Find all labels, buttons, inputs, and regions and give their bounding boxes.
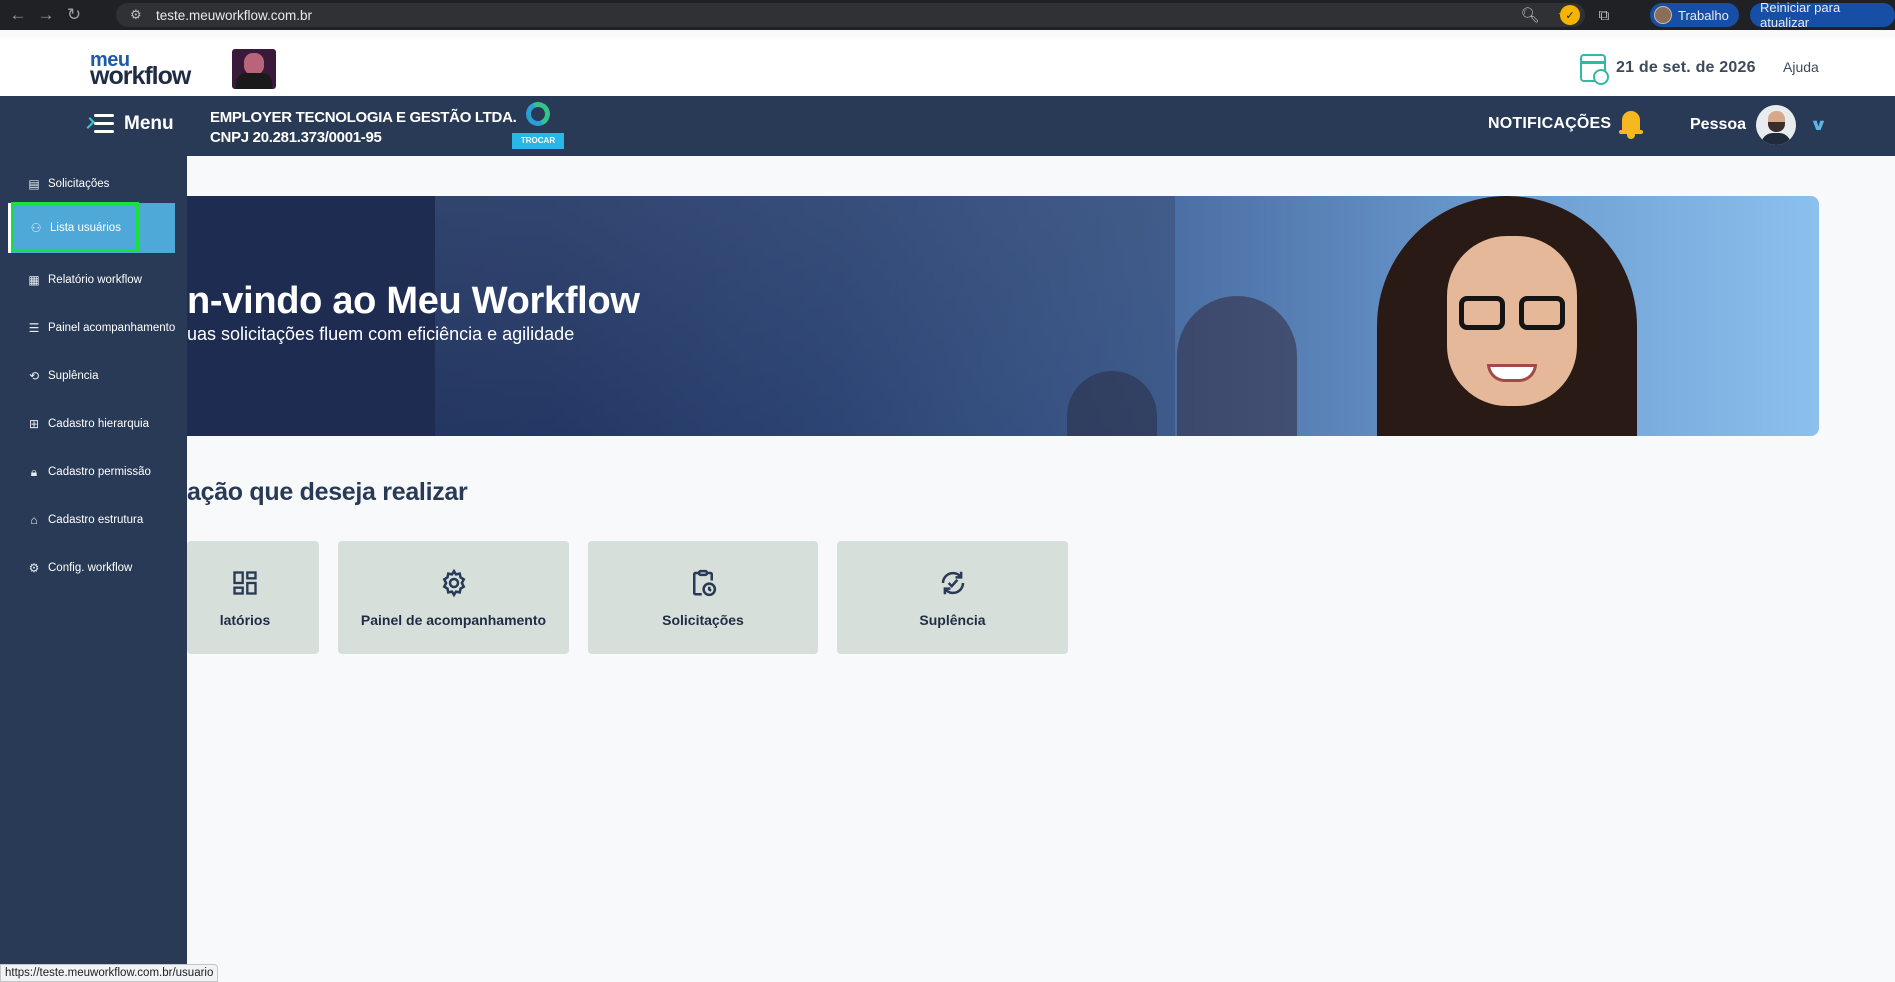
sidebar-item-label: Cadastro permissão xyxy=(48,466,151,478)
clipboard-icon: ▤ xyxy=(28,177,40,191)
sidebar-item-cadastro-permissao[interactable]: 🔒︎ Cadastro permissão xyxy=(0,448,187,496)
current-date: 21 de set. de 2026 xyxy=(1580,54,1756,85)
help-link[interactable]: Ajuda xyxy=(1783,59,1819,75)
grid-icon: ▦ xyxy=(28,273,40,287)
company-cnpj: CNPJ 20.281.373/0001-95 xyxy=(210,129,382,146)
list-icon: ☰ xyxy=(28,321,40,335)
address-bar[interactable]: ⚙ teste.meuworkflow.com.br 🔍︎ ☆ xyxy=(116,3,1585,27)
card-painel-acompanhamento[interactable]: Painel de acompanhamento xyxy=(338,541,569,654)
users-icon: ⚇ xyxy=(30,221,42,235)
sidebar-item-label: Painel acompanhamento xyxy=(48,322,176,334)
sidebar: ▤ Solicitações ⚇ Lista usuários ▦ Relató… xyxy=(0,156,187,982)
sidebar-item-label: Solicitações xyxy=(48,178,110,190)
card-label: Painel de acompanhamento xyxy=(360,611,547,628)
back-icon[interactable]: ← xyxy=(4,1,32,29)
sidebar-item-label: Suplência xyxy=(48,370,99,382)
card-relatorios[interactable]: latórios xyxy=(187,541,319,654)
profile-avatar xyxy=(1654,6,1672,24)
meu-workflow-logo[interactable]: meu workflow xyxy=(90,50,191,90)
site-info-icon[interactable]: ⚙ xyxy=(130,7,146,23)
status-bar-url: https://teste.meuworkflow.com.br/usuario xyxy=(0,964,219,982)
building-icon: ⌂ xyxy=(30,513,38,527)
client-logo xyxy=(232,49,276,89)
update-button[interactable]: Reiniciar para atualizar ⋮ xyxy=(1750,0,1895,30)
reload-icon[interactable]: ↻ xyxy=(60,1,88,29)
refresh-check-icon xyxy=(938,568,968,598)
sidebar-item-config-workflow[interactable]: ⚙ Config. workflow xyxy=(0,544,187,592)
bell-icon xyxy=(1617,108,1645,140)
url-text[interactable]: teste.meuworkflow.com.br xyxy=(156,8,312,23)
user-menu[interactable]: Pessoa ∨ xyxy=(1690,105,1828,145)
sidebar-item-label: Relatório workflow xyxy=(48,274,142,286)
puzzle-icon[interactable]: ⧉ xyxy=(1594,5,1614,25)
date-text: 21 de set. de 2026 xyxy=(1616,59,1756,76)
menu-label: Menu xyxy=(124,113,174,134)
switch-label: TROCAR xyxy=(512,133,564,149)
sidebar-item-relatorio-workflow[interactable]: ▦ Relatório workflow xyxy=(0,256,187,304)
notifications-button[interactable]: NOTIFICAÇÕES xyxy=(1488,108,1645,140)
card-suplencia[interactable]: Suplência xyxy=(837,541,1068,654)
sidebar-item-label: Cadastro hierarquia xyxy=(48,418,150,430)
sidebar-item-painel-acompanhamento[interactable]: ☰ Painel acompanhamento xyxy=(0,304,187,352)
sidebar-item-label: Config. workflow xyxy=(48,562,133,574)
sidebar-item-cadastro-estrutura[interactable]: ⌂ Cadastro estrutura xyxy=(0,496,187,544)
zoom-icon[interactable]: 🔍︎ xyxy=(1521,6,1540,24)
avatar xyxy=(1756,105,1797,145)
section-title: ação que deseja realizar xyxy=(187,478,468,506)
company-name: EMPLOYER TECNOLOGIA E GESTÃO LTDA. xyxy=(210,109,517,126)
chevron-down-icon[interactable]: ∨ xyxy=(1809,115,1827,135)
menu-toggle-button[interactable]: Menu xyxy=(83,113,174,135)
more-menu-icon[interactable]: ⋮ xyxy=(1889,6,1895,23)
logo-bottom-text: workflow xyxy=(90,62,191,90)
plus-square-icon: ⊞ xyxy=(28,417,40,431)
forward-icon[interactable]: → xyxy=(32,1,60,29)
switch-icon xyxy=(522,98,554,130)
notifications-label: NOTIFICAÇÕES xyxy=(1488,115,1612,132)
switch-company-button[interactable]: TROCAR xyxy=(512,98,564,150)
calendar-icon xyxy=(1580,54,1609,85)
refresh-icon: ⟲ xyxy=(28,369,40,383)
gear-icon xyxy=(439,568,469,598)
sidebar-item-lista-usuarios[interactable]: ⚇ Lista usuários xyxy=(8,203,175,253)
company-info: EMPLOYER TECNOLOGIA E GESTÃO LTDA. CNPJ … xyxy=(210,108,517,148)
clipboard-clock-icon xyxy=(688,568,718,598)
sidebar-item-suplencia[interactable]: ⟲ Suplência xyxy=(0,352,187,400)
sidebar-item-solicitacoes[interactable]: ▤ Solicitações xyxy=(0,160,187,208)
menu-icon xyxy=(83,114,114,134)
card-label: Solicitações xyxy=(662,611,744,628)
sidebar-item-label: Lista usuários xyxy=(50,222,121,234)
card-label: Suplência xyxy=(919,611,986,628)
user-name: Pessoa xyxy=(1690,116,1747,133)
sidebar-item-cadastro-hierarquia[interactable]: ⊞ Cadastro hierarquia xyxy=(0,400,187,448)
dashboard-icon xyxy=(230,568,260,598)
sidebar-item-label: Cadastro estrutura xyxy=(48,514,144,526)
lock-icon: 🔒︎ xyxy=(30,464,38,479)
card-solicitacoes[interactable]: Solicitações xyxy=(588,541,818,654)
banner-subtitle: uas solicitações fluem com eficiência e … xyxy=(187,324,575,344)
extensions-area: ✓ ⧉ xyxy=(1560,3,1614,27)
update-label: Reiniciar para atualizar xyxy=(1760,0,1841,30)
profile-button[interactable]: Trabalho xyxy=(1650,3,1739,27)
banner-title: n-vindo ao Meu Workflow xyxy=(187,280,640,322)
profile-label: Trabalho xyxy=(1678,7,1729,23)
gear-icon: ⚙ xyxy=(28,561,40,575)
extension-icon[interactable]: ✓ xyxy=(1560,5,1580,25)
card-label: latórios xyxy=(219,611,271,628)
banner-photo xyxy=(1337,196,1677,436)
